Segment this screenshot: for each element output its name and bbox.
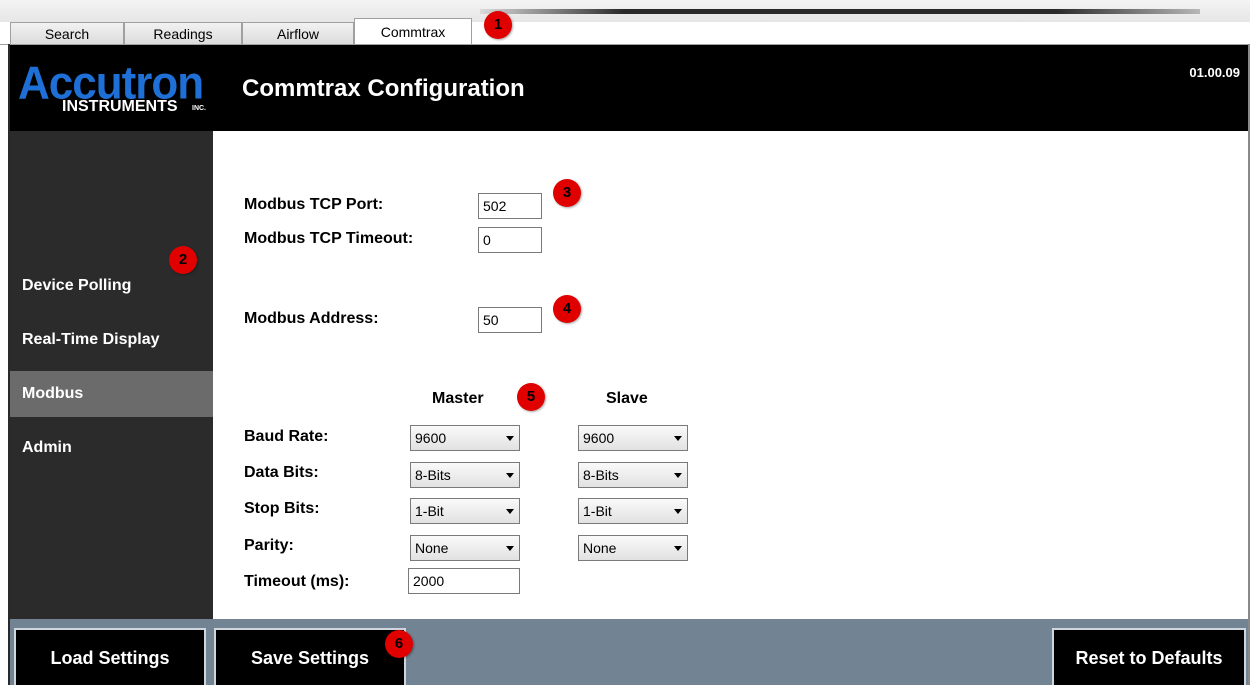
callout-6: 6 [385, 630, 413, 658]
callout-1: 1 [484, 11, 512, 39]
app-header: Accutron INSTRUMENTS INC. Commtrax Confi… [10, 45, 1248, 131]
tab-commtrax[interactable]: Commtrax [354, 18, 472, 44]
chevron-down-icon [674, 436, 682, 441]
chevron-down-icon [506, 509, 514, 514]
tab-search[interactable]: Search [10, 22, 124, 44]
master-parity-value: None [415, 540, 449, 556]
tab-readings[interactable]: Readings [124, 22, 242, 44]
master-baud-value: 9600 [415, 430, 447, 446]
slave-stop-bits-value: 1-Bit [583, 503, 612, 519]
master-parity-select[interactable]: None [410, 535, 520, 561]
sidebar-item-modbus[interactable]: Modbus [10, 371, 213, 417]
page-title: Commtrax Configuration [242, 75, 525, 102]
load-settings-button[interactable]: Load Settings [14, 628, 206, 685]
slave-heading: Slave [606, 390, 648, 407]
slave-parity-select[interactable]: None [578, 535, 688, 561]
reset-defaults-button[interactable]: Reset to Defaults [1052, 628, 1246, 685]
master-stop-bits-value: 1-Bit [415, 503, 444, 519]
master-baud-select[interactable]: 9600 [410, 425, 520, 451]
callout-2: 2 [169, 246, 197, 274]
sidebar-item-real-time-display[interactable]: Real-Time Display [10, 317, 213, 363]
chevron-down-icon [674, 546, 682, 551]
timeout-ms-label: Timeout (ms): [244, 573, 350, 590]
stop-bits-label: Stop Bits: [244, 500, 320, 517]
version-label: 01.00.09 [1189, 65, 1240, 80]
master-stop-bits-select[interactable]: 1-Bit [410, 498, 520, 524]
sidebar: Device Polling Real-Time Display Modbus … [10, 131, 213, 619]
slave-baud-value: 9600 [583, 430, 615, 446]
slave-stop-bits-select[interactable]: 1-Bit [578, 498, 688, 524]
master-timeout-input[interactable] [408, 568, 520, 594]
tcp-timeout-label: Modbus TCP Timeout: [244, 230, 414, 247]
master-data-bits-select[interactable]: 8-Bits [410, 462, 520, 488]
chevron-down-icon [506, 473, 514, 478]
save-settings-button[interactable]: Save Settings [214, 628, 406, 685]
tcp-timeout-input[interactable] [478, 227, 542, 253]
slave-data-bits-value: 8-Bits [583, 467, 619, 483]
callout-5: 5 [517, 383, 545, 411]
callout-4: 4 [553, 295, 581, 323]
data-bits-label: Data Bits: [244, 464, 319, 481]
slave-parity-value: None [583, 540, 617, 556]
chevron-down-icon [674, 473, 682, 478]
baud-rate-label: Baud Rate: [244, 428, 329, 445]
slave-baud-select[interactable]: 9600 [578, 425, 688, 451]
master-heading: Master [432, 390, 484, 407]
top-shadow [480, 9, 1200, 14]
chevron-down-icon [506, 546, 514, 551]
chevron-down-icon [506, 436, 514, 441]
sidebar-item-admin[interactable]: Admin [10, 425, 213, 471]
slave-data-bits-select[interactable]: 8-Bits [578, 462, 688, 488]
tcp-port-input[interactable] [478, 193, 542, 219]
parity-label: Parity: [244, 537, 294, 554]
callout-3: 3 [553, 179, 581, 207]
tcp-port-label: Modbus TCP Port: [244, 196, 384, 213]
modbus-address-input[interactable] [478, 307, 542, 333]
tab-airflow[interactable]: Airflow [242, 22, 354, 44]
chevron-down-icon [674, 509, 682, 514]
master-data-bits-value: 8-Bits [415, 467, 451, 483]
logo-inc: INC. [192, 105, 206, 112]
window-top-strip [0, 0, 1250, 22]
modbus-address-label: Modbus Address: [244, 310, 379, 327]
logo-subtitle: INSTRUMENTS [62, 98, 178, 115]
